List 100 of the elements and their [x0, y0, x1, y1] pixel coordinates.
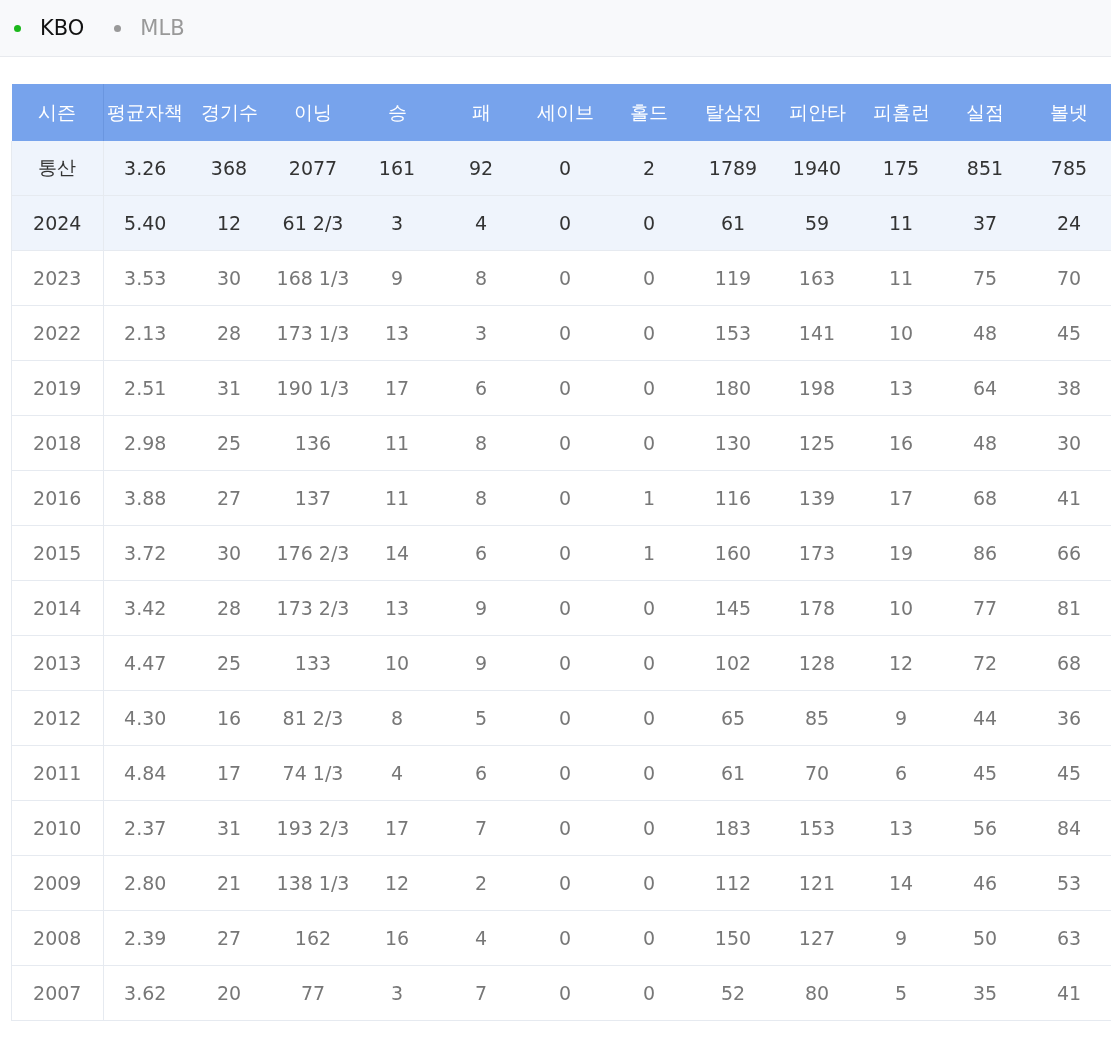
table-cell: 80	[775, 965, 859, 1021]
table-cell: 16	[859, 415, 943, 471]
table-cell: 41	[1027, 965, 1111, 1021]
table-cell: 851	[943, 141, 1027, 196]
table-cell: 180	[691, 360, 775, 416]
column-header: 홀드	[607, 84, 691, 141]
table-cell: 11	[355, 415, 439, 471]
table-cell: 0	[523, 470, 607, 526]
table-cell: 14	[355, 525, 439, 581]
table-cell: 0	[607, 690, 691, 746]
table-cell: 70	[775, 745, 859, 801]
table-cell: 183	[691, 800, 775, 856]
table-cell: 28	[187, 580, 271, 636]
table-cell: 45	[1027, 305, 1111, 361]
table-cell: 0	[523, 690, 607, 746]
table-cell: 45	[1027, 745, 1111, 801]
table-cell: 2007	[11, 965, 103, 1021]
table-cell: 75	[943, 250, 1027, 306]
table-cell: 2024	[11, 195, 103, 251]
table-cell: 84	[1027, 800, 1111, 856]
table-cell: 48	[943, 415, 1027, 471]
table-cell: 6	[859, 745, 943, 801]
table-cell: 68	[1027, 635, 1111, 691]
table-cell: 162	[271, 910, 355, 966]
table-cell: 3.53	[103, 250, 187, 306]
table-cell: 173 1/3	[271, 305, 355, 361]
table-cell: 통산	[11, 141, 103, 196]
league-tab[interactable]: KBO	[14, 16, 85, 40]
table-cell: 173	[775, 525, 859, 581]
table-cell: 53	[1027, 855, 1111, 911]
column-header: 이닝	[271, 84, 355, 141]
table-cell: 136	[271, 415, 355, 471]
table-cell: 175	[859, 141, 943, 196]
table-cell: 0	[607, 415, 691, 471]
table-cell: 1940	[775, 141, 859, 196]
table-cell: 2013	[11, 635, 103, 691]
table-cell: 35	[943, 965, 1027, 1021]
table-cell: 11	[859, 195, 943, 251]
table-cell: 85	[775, 690, 859, 746]
table-cell: 24	[1027, 195, 1111, 251]
table-cell: 68	[943, 470, 1027, 526]
table-cell: 8	[439, 415, 523, 471]
table-cell: 64	[943, 360, 1027, 416]
table-cell: 0	[607, 360, 691, 416]
table-cell: 3.88	[103, 470, 187, 526]
table-cell: 0	[607, 965, 691, 1021]
table-cell: 74 1/3	[271, 745, 355, 801]
table-cell: 3	[355, 965, 439, 1021]
table-cell: 31	[187, 360, 271, 416]
table-cell: 4	[439, 195, 523, 251]
table-cell: 21	[187, 855, 271, 911]
table-cell: 1789	[691, 141, 775, 196]
table-cell: 2.37	[103, 800, 187, 856]
table-cell: 119	[691, 250, 775, 306]
table-cell: 0	[607, 910, 691, 966]
table-cell: 12	[187, 195, 271, 251]
table-cell: 17	[355, 360, 439, 416]
table-cell: 153	[775, 800, 859, 856]
table-cell: 193 2/3	[271, 800, 355, 856]
table-cell: 20	[187, 965, 271, 1021]
table-cell: 368	[187, 141, 271, 196]
table-cell: 45	[943, 745, 1027, 801]
table-cell: 138 1/3	[271, 855, 355, 911]
table-cell: 0	[523, 141, 607, 196]
table-cell: 30	[187, 525, 271, 581]
table-cell: 81 2/3	[271, 690, 355, 746]
table-cell: 41	[1027, 470, 1111, 526]
table-cell: 27	[187, 910, 271, 966]
table-cell: 25	[187, 415, 271, 471]
table-cell: 30	[187, 250, 271, 306]
table-cell: 3.72	[103, 525, 187, 581]
table-cell: 0	[523, 800, 607, 856]
table-cell: 52	[691, 965, 775, 1021]
column-header: 피홈런	[859, 84, 943, 141]
table-cell: 116	[691, 470, 775, 526]
table-cell: 12	[355, 855, 439, 911]
column-header: 탈삼진	[691, 84, 775, 141]
table-cell: 2012	[11, 690, 103, 746]
table-cell: 6	[439, 745, 523, 801]
table-cell: 19	[859, 525, 943, 581]
table-cell: 2.80	[103, 855, 187, 911]
table-cell: 2023	[11, 250, 103, 306]
table-cell: 9	[439, 635, 523, 691]
table-cell: 2.13	[103, 305, 187, 361]
table-cell: 10	[859, 305, 943, 361]
table-cell: 2010	[11, 800, 103, 856]
table-cell: 46	[943, 855, 1027, 911]
table-cell: 2016	[11, 470, 103, 526]
table-cell: 127	[775, 910, 859, 966]
table-cell: 9	[859, 910, 943, 966]
table-cell: 161	[355, 141, 439, 196]
table-cell: 145	[691, 580, 775, 636]
table-cell: 56	[943, 800, 1027, 856]
table-cell: 0	[523, 635, 607, 691]
column-header: 세이브	[523, 84, 607, 141]
column-header: 볼넷	[1027, 84, 1111, 141]
table-cell: 77	[943, 580, 1027, 636]
table-cell: 13	[355, 305, 439, 361]
table-cell: 3.42	[103, 580, 187, 636]
table-cell: 1	[607, 470, 691, 526]
